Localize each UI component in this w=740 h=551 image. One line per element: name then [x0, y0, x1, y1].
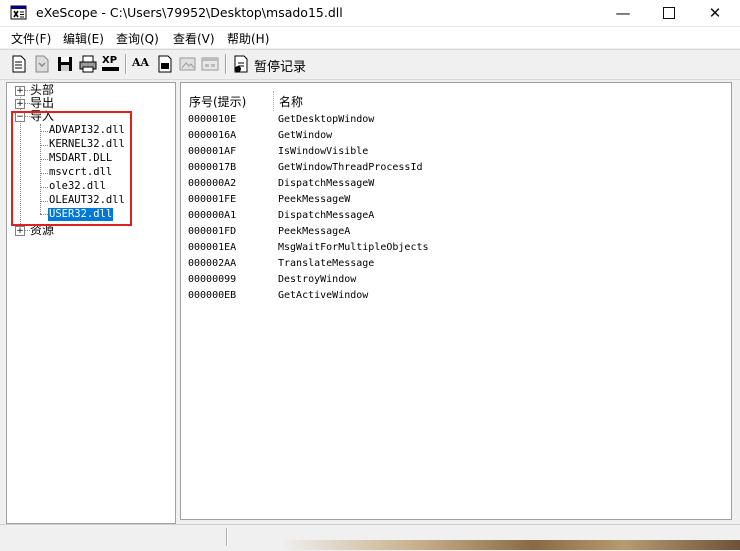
font-icon: AA [132, 56, 150, 69]
row-ordinal[interactable]: 000000EB [188, 289, 236, 303]
toolbar-separator [225, 54, 227, 74]
import-function-list[interactable]: 序号(提示) 名称 0000010E GetDesktopWindow 0000… [180, 82, 732, 520]
highlight-box [11, 111, 132, 226]
save-icon[interactable] [56, 55, 74, 73]
column-separator[interactable] [273, 91, 275, 111]
title-bar: eXeScope - C:\Users\79952\Desktop\msado1… [0, 0, 740, 27]
row-function-name[interactable]: DispatchMessageA [278, 209, 374, 223]
open-icon[interactable] [33, 55, 51, 73]
pause-log-label: 暂停记录 [254, 60, 307, 75]
row-ordinal[interactable]: 000001AF [188, 145, 236, 159]
row-ordinal[interactable]: 000001FD [188, 225, 236, 239]
tree-node-header[interactable]: 头部 [30, 83, 54, 97]
row-function-name[interactable]: PeekMessageW [278, 193, 350, 207]
row-function-name[interactable]: PeekMessageA [278, 225, 350, 239]
row-function-name[interactable]: GetActiveWindow [278, 289, 368, 303]
xp-icon: XP [102, 55, 118, 66]
pause-log-icon [234, 55, 248, 73]
print-icon[interactable] [79, 55, 97, 73]
row-ordinal[interactable]: 0000016A [188, 129, 236, 143]
tree-node-exports[interactable]: 导出 [30, 96, 54, 110]
row-ordinal[interactable]: 000001FE [188, 193, 236, 207]
menu-query[interactable]: 查询(Q) [116, 30, 159, 47]
exescope-app-icon[interactable] [10, 4, 28, 21]
image-icon[interactable] [179, 55, 197, 73]
column-header-ordinal[interactable]: 序号(提示) [189, 93, 246, 110]
xp-underline-icon [102, 67, 119, 71]
row-function-name[interactable]: IsWindowVisible [278, 145, 368, 159]
xp-style-button[interactable]: XP [101, 55, 121, 73]
row-function-name[interactable]: DestroyWindow [278, 273, 356, 287]
row-ordinal[interactable]: 00000099 [188, 273, 236, 287]
expand-toggle[interactable]: + [15, 226, 25, 236]
row-ordinal[interactable]: 0000010E [188, 113, 236, 127]
column-header-name[interactable]: 名称 [279, 93, 303, 110]
row-function-name[interactable]: TranslateMessage [278, 257, 374, 271]
maximize-button[interactable] [646, 0, 692, 26]
menu-bar: 文件(F) 编辑(E) 查询(Q) 查看(V) 帮助(H) [0, 27, 740, 48]
menu-edit[interactable]: 编辑(E) [63, 30, 104, 47]
menu-help[interactable]: 帮助(H) [227, 30, 269, 47]
row-ordinal[interactable]: 000002AA [188, 257, 236, 271]
row-function-name[interactable]: GetDesktopWindow [278, 113, 374, 127]
close-button[interactable]: ✕ [692, 0, 738, 26]
maximize-icon [663, 7, 675, 19]
resource-icon[interactable] [156, 55, 174, 73]
new-icon[interactable] [10, 55, 28, 73]
row-function-name[interactable]: MsgWaitForMultipleObjects [278, 241, 429, 255]
row-function-name[interactable]: GetWindowThreadProcessId [278, 161, 423, 175]
status-divider [226, 528, 228, 546]
dialog-icon[interactable] [201, 55, 219, 73]
expand-toggle[interactable]: + [15, 86, 25, 96]
expand-toggle[interactable]: + [15, 99, 25, 109]
row-ordinal[interactable]: 000000A1 [188, 209, 236, 223]
toolbar-separator [125, 54, 127, 74]
row-function-name[interactable]: GetWindow [278, 129, 332, 143]
font-button[interactable]: AA [131, 55, 151, 73]
toolbar: XP AA 暂停记录 [0, 49, 740, 80]
row-ordinal[interactable]: 000001EA [188, 241, 236, 255]
desktop-background [280, 540, 740, 550]
menu-file[interactable]: 文件(F) [11, 30, 51, 47]
row-ordinal[interactable]: 0000017B [188, 161, 236, 175]
row-ordinal[interactable]: 000000A2 [188, 177, 236, 191]
menu-view[interactable]: 查看(V) [173, 30, 215, 47]
minimize-button[interactable]: — [600, 0, 646, 26]
window-title: eXeScope - C:\Users\79952\Desktop\msado1… [36, 5, 343, 20]
row-function-name[interactable]: DispatchMessageW [278, 177, 374, 191]
